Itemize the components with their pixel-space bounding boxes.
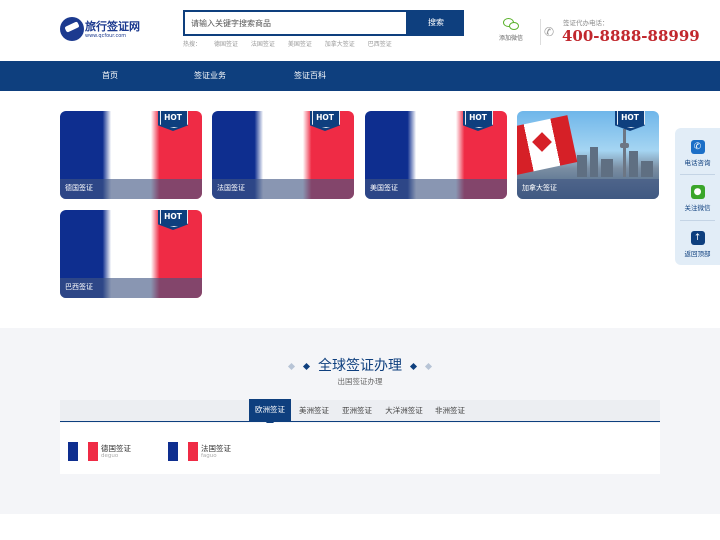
add-wechat-label: 添加微信 xyxy=(498,35,523,42)
country-list: 德国签证 deguo 法国签证 faguo xyxy=(60,423,660,474)
nav-item-visa-business[interactable]: 签证业务 xyxy=(170,61,250,91)
visa-card-label: 加拿大签证 xyxy=(522,184,557,192)
tab-europe[interactable]: 欧洲签证 xyxy=(249,399,291,427)
hot-search-link[interactable]: 法国签证 xyxy=(251,41,275,48)
side-follow-wechat[interactable]: ● 关注微信 xyxy=(675,185,720,212)
side-back-to-top[interactable]: ↑ 返回顶部 xyxy=(675,231,720,258)
tab-americas[interactable]: 美洲签证 xyxy=(295,400,333,421)
hot-search-list: 热搜： 德国签证 法国签证 美国签证 加拿大签证 巴西签证 xyxy=(183,39,403,48)
diamond-icon xyxy=(410,362,418,370)
wechat-icon xyxy=(503,18,519,30)
visa-card-label: 美国签证 xyxy=(370,184,398,192)
visa-card-canada[interactable]: 加拿大签证 HOT xyxy=(517,111,659,199)
divider xyxy=(540,19,541,45)
diamond-icon xyxy=(302,362,310,370)
visa-card-france[interactable]: 法国签证 HOT xyxy=(212,111,354,199)
phone-icon: ✆ xyxy=(690,140,705,154)
flag-icon xyxy=(68,442,98,461)
visa-card-label: 法国签证 xyxy=(217,184,245,192)
visa-card-label: 德国签证 xyxy=(65,184,93,192)
section-subtitle: 出国签证办理 xyxy=(337,377,383,386)
arrow-up-icon: ↑ xyxy=(690,231,705,245)
hot-search-link[interactable]: 德国签证 xyxy=(214,41,238,48)
search-input[interactable]: 请输入关键字搜索商品 xyxy=(183,10,408,36)
diamond-icon xyxy=(425,362,433,370)
add-wechat-button[interactable]: 添加微信 xyxy=(496,18,526,42)
side-item-label: 返回顶部 xyxy=(684,250,711,258)
logo-name: 旅行签证网 xyxy=(85,20,140,33)
divider xyxy=(680,174,715,175)
phone-number: 400-8888-88999 xyxy=(562,27,700,45)
country-pinyin: deguo xyxy=(101,453,119,459)
globe-airplane-icon xyxy=(60,17,84,41)
main-nav: 首页 签证业务 签证百科 xyxy=(0,61,720,91)
phone-caption: 签证代办电话： xyxy=(563,19,609,27)
wechat-icon: ● xyxy=(690,185,705,199)
section-title: 全球签证办理 xyxy=(318,358,402,374)
side-item-label: 电话咨询 xyxy=(684,159,711,167)
flag-icon xyxy=(168,442,198,461)
visa-card-brazil[interactable]: 巴西签证 HOT xyxy=(60,210,202,298)
side-phone-consult[interactable]: ✆ 电话咨询 xyxy=(675,140,720,167)
region-tabs: 欧洲签证 美洲签证 亚洲签证 大洋洲签证 非洲签证 xyxy=(60,399,660,427)
tab-oceania[interactable]: 大洋洲签证 xyxy=(382,400,426,421)
floating-side-panel: ✆ 电话咨询 ● 关注微信 ↑ 返回顶部 xyxy=(675,128,720,265)
phone-icon: ✆ xyxy=(544,25,555,39)
visa-card-label: 巴西签证 xyxy=(65,283,93,291)
hot-search-link[interactable]: 加拿大签证 xyxy=(325,41,355,48)
search-button[interactable]: 搜索 xyxy=(408,10,464,36)
hot-search-label: 热搜： xyxy=(183,41,202,48)
tab-asia[interactable]: 亚洲签证 xyxy=(338,400,376,421)
logo-url: www.qcfour.com xyxy=(85,33,127,39)
country-pinyin: faguo xyxy=(201,453,217,459)
visa-card-usa[interactable]: 美国签证 HOT xyxy=(365,111,507,199)
hot-search-link[interactable]: 巴西签证 xyxy=(368,41,392,48)
site-logo[interactable]: 旅行签证网 www.qcfour.com xyxy=(60,15,140,45)
tab-africa[interactable]: 非洲签证 xyxy=(431,400,469,421)
divider xyxy=(680,220,715,221)
hot-search-link[interactable]: 美国签证 xyxy=(288,41,312,48)
nav-item-home[interactable]: 首页 xyxy=(70,61,150,91)
diamond-icon xyxy=(287,362,295,370)
global-visa-section: 全球签证办理 出国签证办理 欧洲签证 美洲签证 亚洲签证 大洋洲签证 非洲签证 … xyxy=(0,328,720,514)
section-title-row: 全球签证办理 xyxy=(0,355,720,375)
visa-card-germany[interactable]: 德国签证 HOT xyxy=(60,111,202,199)
nav-item-visa-wiki[interactable]: 签证百科 xyxy=(270,61,350,91)
side-item-label: 关注微信 xyxy=(684,204,711,212)
